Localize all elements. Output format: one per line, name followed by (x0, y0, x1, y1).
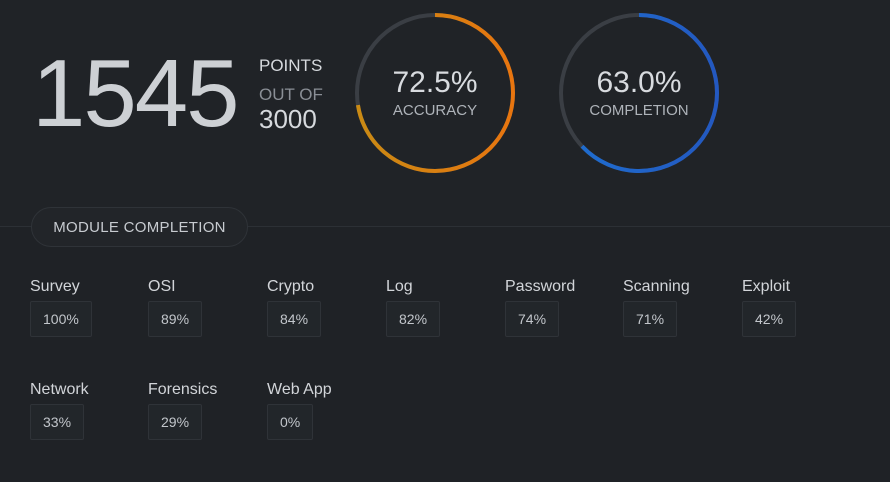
module-web-app: Web App 0% (267, 381, 332, 440)
completion-value: 63.0% (596, 66, 682, 99)
module-forensics: Forensics 29% (148, 381, 218, 440)
module-name: Web App (267, 381, 332, 398)
module-survey: Survey 100% (30, 278, 92, 337)
out-of-label: OUT OF (259, 85, 323, 104)
module-name: OSI (148, 278, 176, 295)
accuracy-label: ACCURACY (392, 102, 478, 119)
module-network: Network 33% (30, 381, 89, 440)
points-label: POINTS (259, 56, 323, 75)
module-log: Log 82% (386, 278, 441, 337)
module-percent-badge: 84% (267, 301, 322, 337)
module-completion-panel (0, 227, 890, 482)
module-percent-badge: 71% (623, 301, 678, 337)
module-name: Password (505, 278, 576, 295)
score-points-value: 1545 (32, 40, 240, 147)
score-summary-panel: 1545 POINTS OUT OF 3000 72.5% ACCURACY 6… (0, 0, 890, 227)
module-crypto: Crypto 84% (267, 278, 322, 337)
module-percent-badge: 74% (505, 301, 560, 337)
module-osi: OSI 89% (148, 278, 203, 337)
score-meta: POINTS OUT OF 3000 (259, 56, 323, 133)
accuracy-value: 72.5% (392, 66, 478, 99)
module-name: Network (30, 381, 89, 398)
module-percent-badge: 89% (148, 301, 203, 337)
module-percent-badge: 33% (30, 404, 85, 440)
module-name: Forensics (148, 381, 218, 398)
module-percent-badge: 82% (386, 301, 441, 337)
completion-gauge: 63.0% COMPLETION (556, 10, 722, 176)
module-percent-badge: 0% (267, 404, 314, 440)
accuracy-gauge: 72.5% ACCURACY (352, 10, 518, 176)
module-name: Exploit (742, 278, 791, 295)
module-percent-badge: 29% (148, 404, 203, 440)
module-name: Crypto (267, 278, 315, 295)
completion-label: COMPLETION (589, 102, 689, 119)
module-exploit: Exploit 42% (742, 278, 797, 337)
module-name: Log (386, 278, 413, 295)
module-password: Password 74% (505, 278, 576, 337)
module-percent-badge: 42% (742, 301, 797, 337)
total-points-value: 3000 (259, 104, 317, 134)
module-name: Scanning (623, 278, 690, 295)
module-completion-title: MODULE COMPLETION (31, 207, 248, 247)
module-scanning: Scanning 71% (623, 278, 690, 337)
module-percent-badge: 100% (30, 301, 92, 337)
module-name: Survey (30, 278, 80, 295)
